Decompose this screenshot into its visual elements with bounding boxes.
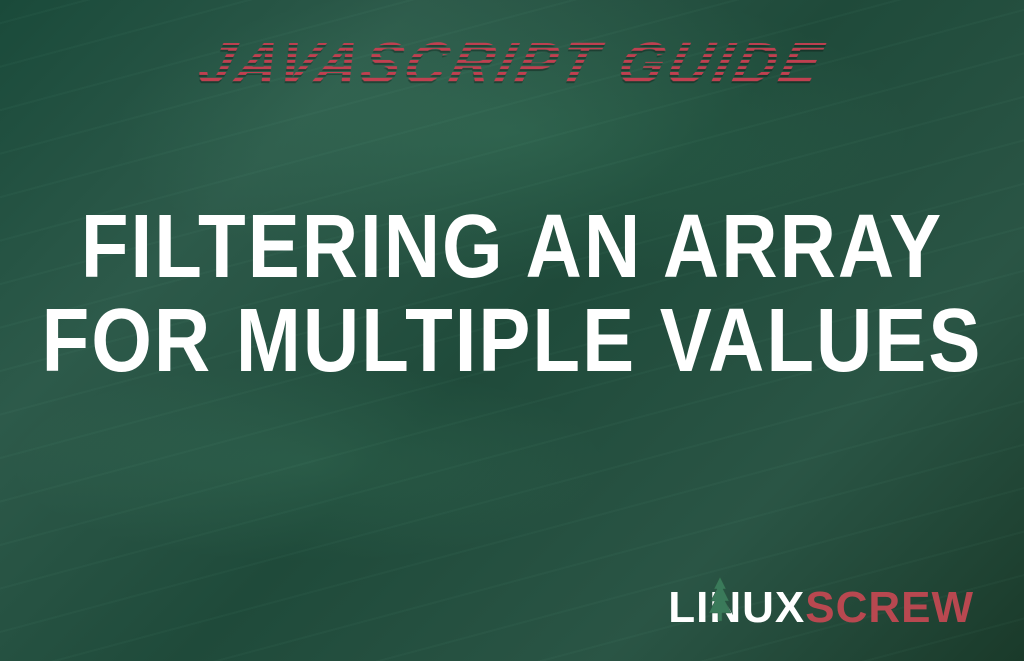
logo-word-1: LINUX: [668, 583, 805, 633]
article-title: FILTERING AN ARRAY FOR MULTIPLE VALUES: [37, 200, 987, 388]
site-logo: LINUXSCREW: [668, 583, 974, 633]
banner-container: JAVASCRIPT GUIDE FILTERING AN ARRAY FOR …: [0, 0, 1024, 661]
tree-icon: [706, 575, 734, 628]
category-subtitle: JAVASCRIPT GUIDE: [192, 30, 833, 97]
logo-word-2: SCREW: [805, 583, 974, 633]
